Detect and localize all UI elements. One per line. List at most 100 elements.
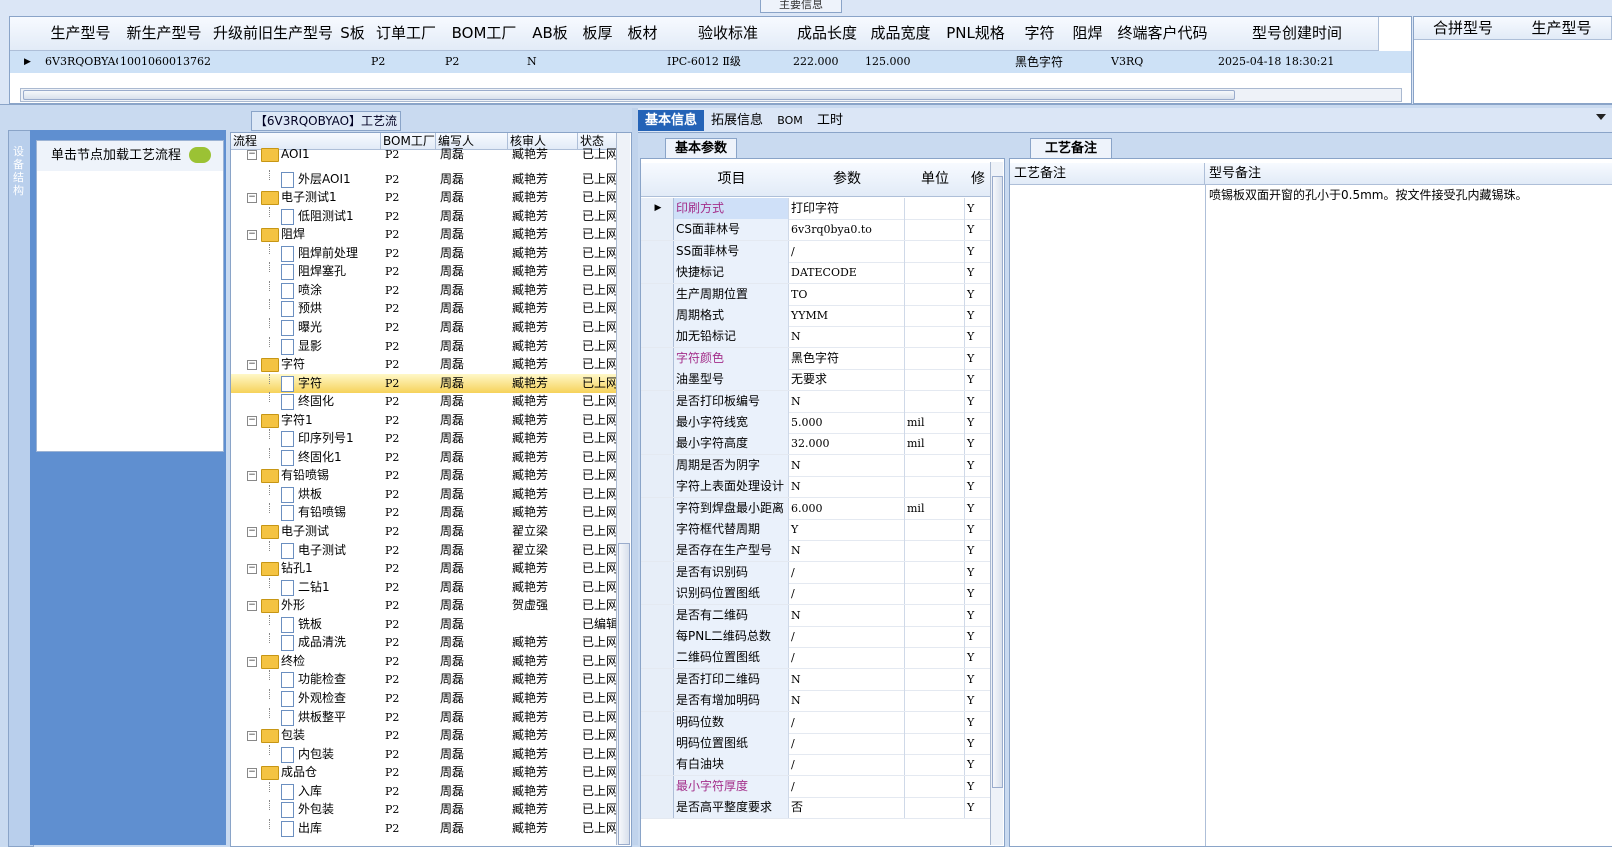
tree-node-step[interactable]: 功能检查 P2 周磊 臧艳芳 已上网 <box>231 670 617 689</box>
param-value[interactable]: DATECODE <box>789 262 905 283</box>
process-remarks-tab[interactable]: 工艺备注 <box>1030 138 1112 159</box>
scrollbar-thumb[interactable] <box>23 90 1235 100</box>
tree-node-step[interactable]: 印序列号1 P2 周磊 臧艳芳 已上网 <box>231 429 617 448</box>
table-cell[interactable] <box>938 51 1013 73</box>
collapse-toggle-icon[interactable]: − <box>247 768 257 778</box>
table-cell[interactable]: 222.000 <box>791 51 863 73</box>
tree-node-step[interactable]: 电子测试 P2 周磊 翟立梁 已上网 <box>231 541 617 560</box>
table-cell[interactable]: 黑色字符 <box>1013 51 1066 73</box>
param-row[interactable]: 是否高平整度要求否 Y <box>641 797 991 819</box>
tree-node-step[interactable]: 字符 P2 周磊 臧艳芳 已上网 <box>231 374 617 393</box>
param-row[interactable]: 有白油块 / Y <box>641 754 991 776</box>
column-header[interactable]: 成品宽度 <box>863 17 939 51</box>
tree-node-step[interactable]: 曝光 P2 周磊 臧艳芳 已上网 <box>231 318 617 337</box>
table-cell[interactable] <box>575 51 620 73</box>
param-row[interactable]: 是否存在生产型号 N Y <box>641 540 991 562</box>
param-row[interactable]: 最小字符厚度 / Y <box>641 776 991 798</box>
collapse-toggle-icon[interactable]: − <box>247 416 257 426</box>
table-cell[interactable]: P2 <box>443 51 525 73</box>
process-flow-title-tab[interactable]: 【6V3RQOBYAO】工艺流程 <box>251 111 401 146</box>
horizontal-scrollbar[interactable] <box>20 88 1402 102</box>
collapse-toggle-icon[interactable]: − <box>247 601 257 611</box>
param-row[interactable]: 是否有增加明码 N Y <box>641 690 991 712</box>
param-column-header[interactable]: 修 <box>965 163 992 197</box>
tree-node-step[interactable]: 外包装 P2 周磊 臧艳芳 已上网 <box>231 800 617 819</box>
table-cell[interactable] <box>620 51 665 73</box>
param-value[interactable]: / <box>789 776 905 797</box>
column-header[interactable]: 验收标准 <box>665 17 792 51</box>
tree-node-group[interactable]: − 包装 P2 周磊 臧艳芳 已上网 <box>231 726 617 745</box>
param-row[interactable]: 每PNL二维码总数 / Y <box>641 626 991 648</box>
param-row[interactable]: 明码位置图纸 / Y <box>641 733 991 755</box>
tree-node-step[interactable]: 入库 P2 周磊 臧艳芳 已上网 <box>231 782 617 801</box>
param-row[interactable]: 油墨型号 无要求 Y <box>641 369 991 391</box>
tree-node-group[interactable]: − 电子测试1 P2 周磊 臧艳芳 已上网 <box>231 188 617 207</box>
param-row[interactable]: 字符到焊盘最小距离 6.000 mil Y <box>641 498 991 520</box>
param-row[interactable]: 是否打印二维码 N Y <box>641 669 991 691</box>
table-cell[interactable]: N <box>525 51 575 73</box>
param-value[interactable]: / <box>789 712 905 733</box>
tree-node-group[interactable]: − 字符1 P2 周磊 臧艳芳 已上网 <box>231 411 617 430</box>
param-value[interactable]: / <box>789 754 905 775</box>
tree-node-group[interactable]: − 终检 P2 周磊 臧艳芳 已上网 <box>231 652 617 671</box>
collapse-toggle-icon[interactable]: − <box>247 150 257 160</box>
collapse-toggle-icon[interactable]: − <box>247 731 257 741</box>
column-header[interactable]: AB板 <box>525 17 576 51</box>
param-row[interactable]: 是否打印板编号 N Y <box>641 391 991 413</box>
param-value[interactable]: / <box>789 626 905 647</box>
params-vertical-scrollbar[interactable] <box>990 162 1003 845</box>
param-value[interactable]: 5.000 <box>789 412 905 433</box>
param-value[interactable]: TO <box>789 284 905 305</box>
tree-node-group[interactable]: − 阻焊 P2 周磊 臧艳芳 已上网 <box>231 225 617 244</box>
table-cell[interactable] <box>1066 51 1109 73</box>
table-cell[interactable]: 2025-04-18 18:30:21 <box>1216 51 1378 73</box>
param-value[interactable]: N <box>789 476 905 497</box>
tree-node-step[interactable]: 终固化1 P2 周磊 臧艳芳 已上网 <box>231 448 617 467</box>
table-cell[interactable]: P2 <box>369 51 443 73</box>
param-row[interactable]: 字符颜色 黑色字符 Y <box>641 348 991 370</box>
tree-node-step[interactable]: 有铅喷锡 P2 周磊 臧艳芳 已上网 <box>231 503 617 522</box>
tree-node-step[interactable]: 铣板 P2 周磊 已编辑 <box>231 615 617 634</box>
tree-node-step[interactable]: 阻焊前处理 P2 周磊 臧艳芳 已上网 <box>231 244 617 263</box>
param-row[interactable]: SS面菲林号 / Y <box>641 241 991 263</box>
param-value[interactable]: N <box>789 690 905 711</box>
param-value[interactable]: / <box>789 647 905 668</box>
tree-node-step[interactable]: 低阻测试1 P2 周磊 臧艳芳 已上网 <box>231 207 617 226</box>
param-row[interactable]: 加无铅标记 N Y <box>641 326 991 348</box>
column-header[interactable]: 字符 <box>1013 17 1067 51</box>
tree-vertical-scrollbar[interactable] <box>616 133 630 845</box>
detail-tab[interactable]: BOM <box>770 110 810 131</box>
table-cell[interactable] <box>336 51 369 73</box>
param-row[interactable]: 快捷标记 DATECODE Y <box>641 262 991 284</box>
column-header[interactable]: 生产型号 <box>1512 17 1612 40</box>
param-value[interactable]: 无要求 <box>789 369 905 390</box>
table-cell[interactable]: 6V3RQOBYAO <box>43 51 118 73</box>
param-row[interactable]: 生产周期位置 TO Y <box>641 284 991 306</box>
param-row[interactable]: 字符上表面处理设计 N Y <box>641 476 991 498</box>
column-header[interactable]: 新生产型号 <box>118 17 211 51</box>
main-info-tab[interactable]: 主要信息 <box>760 0 842 13</box>
param-value[interactable]: N <box>789 326 905 347</box>
column-header[interactable]: 成品长度 <box>791 17 864 51</box>
tree-node-step[interactable]: 出库 P2 周磊 臧艳芳 已上网 <box>231 819 617 838</box>
param-row[interactable]: 二维码位置图纸 / Y <box>641 647 991 669</box>
param-value[interactable]: N <box>789 455 905 476</box>
param-row[interactable]: 是否有识别码 / Y <box>641 562 991 584</box>
collapse-toggle-icon[interactable]: − <box>247 193 257 203</box>
detail-tab[interactable]: 拓展信息 <box>704 110 770 131</box>
comment-bubble-icon[interactable] <box>189 147 211 163</box>
param-row[interactable]: 识别码位置图纸 / Y <box>641 583 991 605</box>
param-row[interactable]: 最小字符线宽 5.000 mil Y <box>641 412 991 434</box>
table-cell[interactable] <box>210 51 336 73</box>
table-cell[interactable]: 125.000 <box>863 51 938 73</box>
tree-node-step[interactable]: 阻焊塞孔 P2 周磊 臧艳芳 已上网 <box>231 262 617 281</box>
tree-node-group[interactable]: − 外形 P2 周磊 贺虚强 已上网 <box>231 596 617 615</box>
param-value[interactable]: N <box>789 540 905 561</box>
column-header[interactable]: 板厚 <box>575 17 621 51</box>
column-header[interactable]: 升级前旧生产型号 <box>210 17 337 51</box>
chevron-down-icon[interactable] <box>1596 114 1606 120</box>
param-column-header[interactable]: 单位 <box>905 163 966 197</box>
tree-node-step[interactable]: 外层AOI1 P2 周磊 臧艳芳 已上网 <box>231 170 617 189</box>
column-header[interactable]: 合拼型号 <box>1414 17 1513 40</box>
collapse-toggle-icon[interactable]: − <box>247 657 257 667</box>
